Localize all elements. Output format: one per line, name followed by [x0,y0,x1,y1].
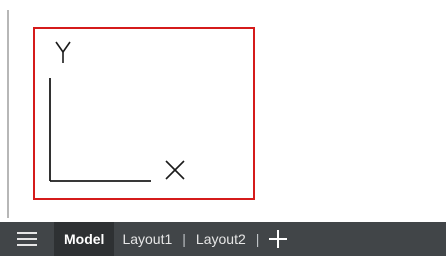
ucs-x-label [165,160,185,180]
ucs-y-label [55,41,71,63]
tab-layout2[interactable]: Layout2 [188,222,254,256]
canvas-left-edge [7,10,9,218]
tab-separator-2: | [255,231,260,247]
plus-icon[interactable] [261,222,295,256]
tab-layout2-label: Layout2 [195,231,246,247]
tab-layout1[interactable]: Layout1 [114,222,180,256]
tab-separator-1: | [182,231,186,247]
drawing-canvas[interactable] [0,0,446,222]
ucs-icon [49,41,185,182]
tab-layout1-label: Layout1 [122,231,173,247]
tab-model-label: Model [64,231,105,247]
layout-tab-bar: Model Layout1 | Layout2 | [0,222,446,256]
hamburger-icon[interactable] [0,222,54,256]
tab-model[interactable]: Model [54,222,115,256]
